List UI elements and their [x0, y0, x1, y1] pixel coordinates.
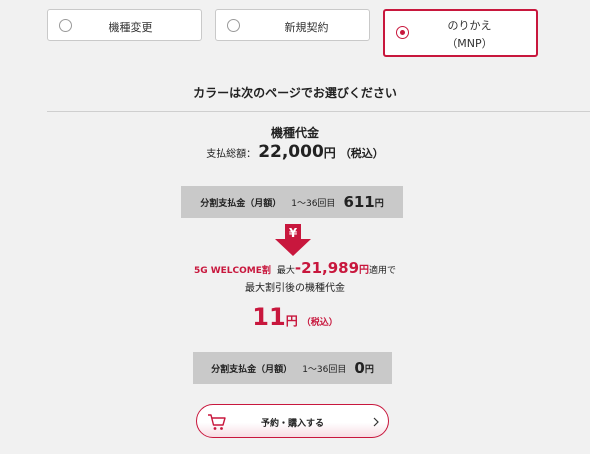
option-label: 新規契約	[284, 21, 329, 34]
installment-amount: 0	[354, 359, 365, 377]
installment-range: 1～36回目	[302, 364, 347, 375]
option-model-change[interactable]: 機種変更	[47, 9, 202, 41]
welcome-discount: 5G WELCOME割 最大-21,989円適用で	[0, 258, 590, 277]
installment-yen: 円	[374, 198, 384, 209]
final-tax: （税込）	[301, 318, 338, 328]
price-title: 機種代金	[270, 126, 319, 140]
installment-range: 1～36回目	[291, 198, 336, 209]
welcome-yen: 円	[359, 265, 370, 276]
divider	[47, 111, 590, 112]
installment-yen: 円	[364, 364, 374, 375]
installment-amount: 611	[343, 193, 375, 211]
option-sublabel: （MNP）	[446, 37, 493, 50]
total-price: 支払総額： 22,000円 （税込）	[0, 142, 590, 162]
total-amount: 22,000	[258, 142, 324, 162]
option-label: のりかえ	[447, 19, 492, 32]
welcome-max-prefix: 最大	[276, 266, 295, 276]
installment-box: 分割支払金（月額） 1～36回目 611 円	[181, 186, 403, 218]
welcome-applied: 適用で	[369, 266, 397, 276]
total-yen: 円	[323, 146, 336, 160]
welcome-amount: -21,989	[294, 259, 360, 277]
reserve-purchase-button[interactable]: 予約・購入する	[196, 404, 389, 438]
arrow-down-icon: ¥	[275, 224, 311, 256]
reserve-button-label: 予約・購入する	[260, 419, 324, 429]
final-amount: 11	[252, 303, 286, 331]
welcome-name: 5G WELCOME割	[193, 266, 271, 276]
final-price: 11円 （税込）	[0, 303, 590, 331]
installment-label: 分割支払金（月額）	[200, 198, 282, 209]
total-tax: （税込）	[339, 147, 384, 160]
color-notice: カラーは次のページでお選びください	[193, 86, 397, 100]
option-mnp[interactable]: のりかえ （MNP）	[383, 9, 538, 57]
installment-label: 分割支払金（月額）	[211, 364, 293, 375]
chevron-right-icon	[373, 417, 379, 427]
final-yen: 円	[285, 314, 298, 328]
option-label: 機種変更	[108, 21, 153, 34]
yen-symbol: ¥	[289, 226, 298, 240]
option-new-contract[interactable]: 新規契約	[215, 9, 370, 41]
after-discount-label: 最大割引後の機種代金	[245, 283, 345, 294]
installment-box-after: 分割支払金（月額） 1～36回目 0円	[193, 352, 392, 384]
total-label: 支払総額：	[206, 149, 257, 160]
